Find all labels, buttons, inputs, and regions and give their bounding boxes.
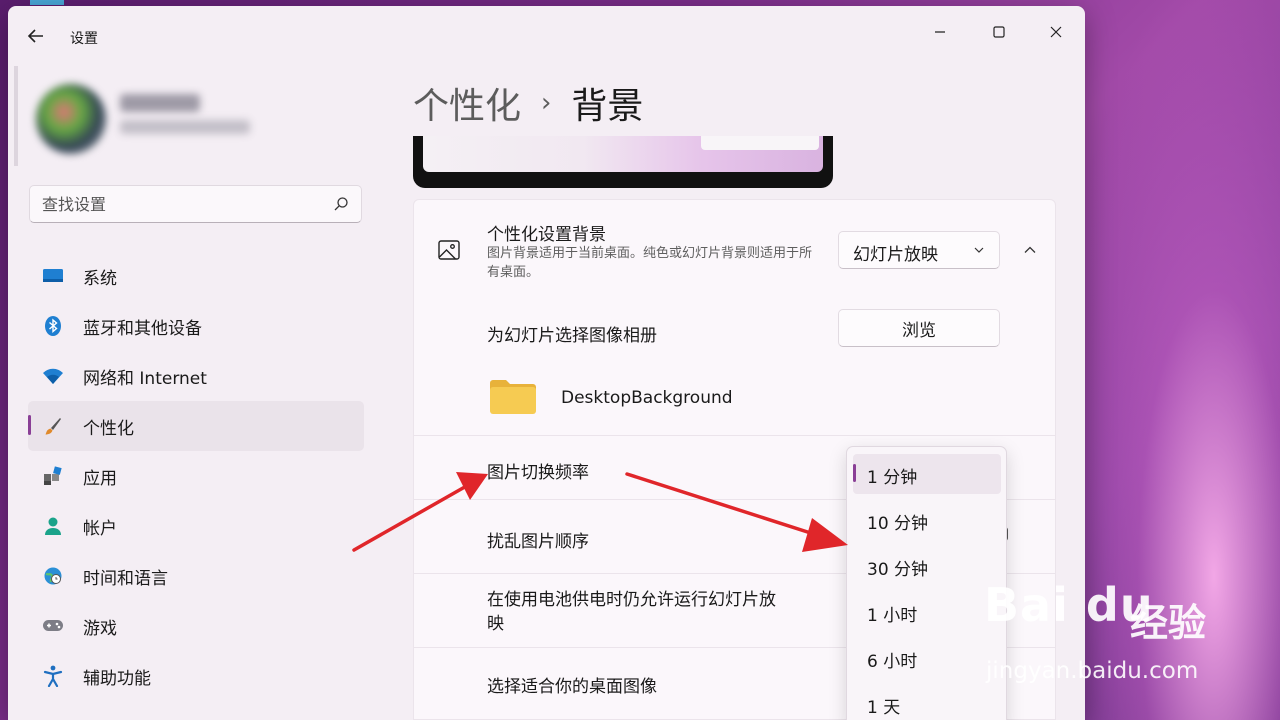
breadcrumb-parent[interactable]: 个性化: [413, 77, 521, 129]
interval-label: 图片切换频率: [487, 463, 589, 483]
battery-label: 在使用电池供电时仍允许运行幻灯片放映: [487, 590, 776, 634]
person-icon: [42, 515, 64, 537]
profile-email-blurred: [120, 120, 250, 134]
dropdown-option[interactable]: 6 小时: [853, 638, 1001, 678]
preview-taskbar: [701, 136, 819, 150]
dropdown-option-label: 1 天: [867, 698, 901, 718]
close-icon: [1050, 26, 1062, 38]
accessibility-icon: [42, 665, 64, 687]
dropdown-option-label: 10 分钟: [867, 514, 929, 534]
sidebar-item-label: 蓝牙和其他设备: [83, 318, 202, 339]
sidebar-item-apps[interactable]: 应用: [28, 451, 364, 501]
minimize-icon: [935, 31, 945, 33]
profile-name-blurred: [120, 94, 200, 112]
taskbar-accent: [30, 0, 64, 5]
breadcrumb-separator: ›: [541, 88, 552, 118]
sidebar-item-network[interactable]: 网络和 Internet: [28, 351, 364, 401]
card-title: 个性化设置背景: [487, 225, 606, 245]
dropdown-option[interactable]: 1 小时: [853, 592, 1001, 632]
page-title: 背景: [571, 86, 644, 127]
select-value: 幻灯片放映: [853, 245, 938, 265]
sidebar-item-label: 系统: [83, 268, 117, 289]
wifi-icon: [42, 365, 64, 387]
card-description: 图片背景适用于当前桌面。纯色或幻灯片背景则适用于所有桌面。: [487, 246, 813, 280]
bluetooth-icon: [42, 315, 64, 337]
dropdown-option-label: 30 分钟: [867, 560, 929, 580]
collapse-button[interactable]: [1012, 233, 1048, 267]
folder-icon: [490, 380, 536, 414]
sidebar-item-label: 时间和语言: [83, 568, 168, 589]
title-bar: 设置: [8, 6, 1085, 66]
breadcrumb: 个性化 › 背景: [413, 78, 643, 128]
back-arrow-icon: [27, 29, 43, 43]
search-icon: [334, 197, 348, 211]
browse-button[interactable]: 浏览: [838, 309, 1000, 347]
preview-screen: [423, 136, 823, 172]
close-button[interactable]: [1033, 16, 1079, 48]
baidu-jingyan-watermark: Bai du 经验 jingyan.baidu.com: [984, 578, 1214, 698]
fit-label: 选择适合你的桌面图像: [487, 677, 657, 697]
search-input[interactable]: [42, 194, 322, 214]
dropdown-option[interactable]: 10 分钟: [853, 500, 1001, 540]
sidebar-item-personalization[interactable]: 个性化: [28, 401, 364, 451]
dropdown-option[interactable]: 1 分钟: [853, 454, 1001, 494]
album-row: 为幻灯片选择图像相册 浏览 DesktopBackground: [413, 299, 1056, 436]
dropdown-option-label: 1 分钟: [867, 468, 918, 488]
chevron-up-icon: [1024, 246, 1036, 253]
dropdown-option-label: 1 小时: [867, 606, 918, 626]
apps-icon: [42, 465, 64, 487]
watermark-suffix: 经验: [1130, 601, 1207, 645]
minimize-button[interactable]: [917, 16, 963, 48]
sidebar-item-time-language[interactable]: 时间和语言: [28, 551, 364, 601]
sidebar-item-system[interactable]: 系统: [28, 251, 364, 301]
watermark-url: jingyan.baidu.com: [986, 658, 1199, 684]
background-type-select[interactable]: 幻灯片放映: [838, 231, 1000, 269]
watermark-logo: Bai du: [984, 578, 1154, 632]
maximize-icon: [993, 26, 1005, 38]
sidebar-scroll-edge: [14, 66, 18, 166]
personalize-background-card: 个性化设置背景 图片背景适用于当前桌面。纯色或幻灯片背景则适用于所有桌面。 幻灯…: [413, 199, 1056, 300]
sidebar-item-label: 网络和 Internet: [83, 368, 207, 389]
picture-icon: [438, 240, 460, 260]
sidebar-item-gaming[interactable]: 游戏: [28, 601, 364, 651]
back-button[interactable]: [26, 26, 50, 50]
desktop-preview: [413, 136, 833, 188]
dropdown-option[interactable]: 30 分钟: [853, 546, 1001, 586]
dropdown-option-label: 6 小时: [867, 652, 918, 672]
sidebar-nav: 系统 蓝牙和其他设备 网络和 Internet 个性化 应用 帐户 时间和语言: [28, 251, 364, 701]
chevron-down-icon: [974, 247, 984, 253]
settings-window: 设置 系统 蓝牙和其他设备 网络和 Internet: [8, 6, 1085, 720]
shuffle-label: 扰乱图片顺序: [487, 532, 589, 552]
sidebar-item-bluetooth[interactable]: 蓝牙和其他设备: [28, 301, 364, 351]
sidebar-item-label: 帐户: [83, 518, 117, 539]
sidebar-item-label: 应用: [83, 468, 117, 489]
folder-name[interactable]: DesktopBackground: [561, 388, 733, 408]
interval-dropdown[interactable]: 1 分钟 10 分钟 30 分钟 1 小时 6 小时 1 天: [846, 446, 1007, 720]
album-label: 为幻灯片选择图像相册: [487, 326, 657, 346]
sidebar-item-label: 游戏: [83, 618, 117, 639]
sidebar-item-accounts[interactable]: 帐户: [28, 501, 364, 551]
brush-icon: [42, 415, 64, 437]
user-profile[interactable]: [30, 76, 290, 156]
dropdown-option[interactable]: 1 天: [853, 684, 1001, 720]
search-box[interactable]: [29, 185, 362, 223]
sidebar-item-label: 辅助功能: [83, 668, 151, 689]
avatar: [36, 84, 106, 154]
window-title: 设置: [70, 31, 98, 47]
gamepad-icon: [42, 615, 64, 637]
sidebar-item-label: 个性化: [83, 418, 134, 439]
maximize-button[interactable]: [976, 16, 1022, 48]
sidebar-item-accessibility[interactable]: 辅助功能: [28, 651, 364, 701]
monitor-icon: [42, 265, 64, 287]
globe-clock-icon: [42, 565, 64, 587]
